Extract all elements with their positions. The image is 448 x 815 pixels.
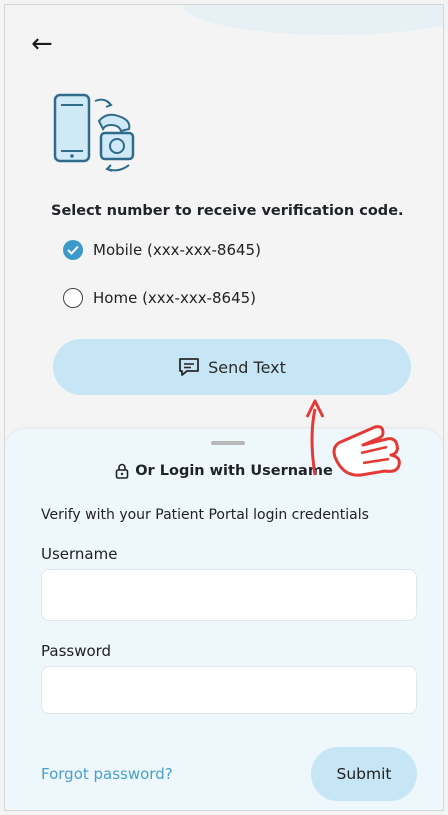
- password-label: Password: [41, 642, 112, 660]
- lock-icon: [115, 463, 129, 479]
- radio-checked-icon[interactable]: [63, 240, 83, 260]
- password-input[interactable]: [41, 666, 417, 714]
- message-icon: [179, 358, 200, 376]
- sheet-drag-handle[interactable]: [211, 441, 245, 445]
- app-screen: ← Select number to receive verification …: [4, 4, 444, 811]
- decorative-header-blob: [183, 5, 443, 35]
- username-label: Username: [41, 545, 118, 563]
- send-text-label: Send Text: [208, 357, 286, 377]
- back-arrow-icon[interactable]: ←: [31, 29, 61, 59]
- option-mobile-label: Mobile (xxx-xxx-8645): [93, 241, 261, 259]
- verify-description: Verify with your Patient Portal login cr…: [41, 507, 369, 523]
- option-home[interactable]: Home (xxx-xxx-8645): [63, 288, 256, 308]
- forgot-password-link[interactable]: Forgot password?: [41, 765, 173, 783]
- username-input[interactable]: [41, 569, 417, 621]
- swipe-up-gesture-icon: [305, 399, 401, 477]
- submit-button[interactable]: Submit: [311, 747, 417, 801]
- send-text-button[interactable]: Send Text: [53, 339, 411, 395]
- phone-and-telephone-icon: [53, 93, 135, 172]
- option-mobile[interactable]: Mobile (xxx-xxx-8645): [63, 240, 261, 260]
- option-home-label: Home (xxx-xxx-8645): [93, 289, 257, 307]
- select-number-prompt: Select number to receive verification co…: [51, 203, 404, 219]
- radio-unchecked-icon[interactable]: [63, 288, 83, 308]
